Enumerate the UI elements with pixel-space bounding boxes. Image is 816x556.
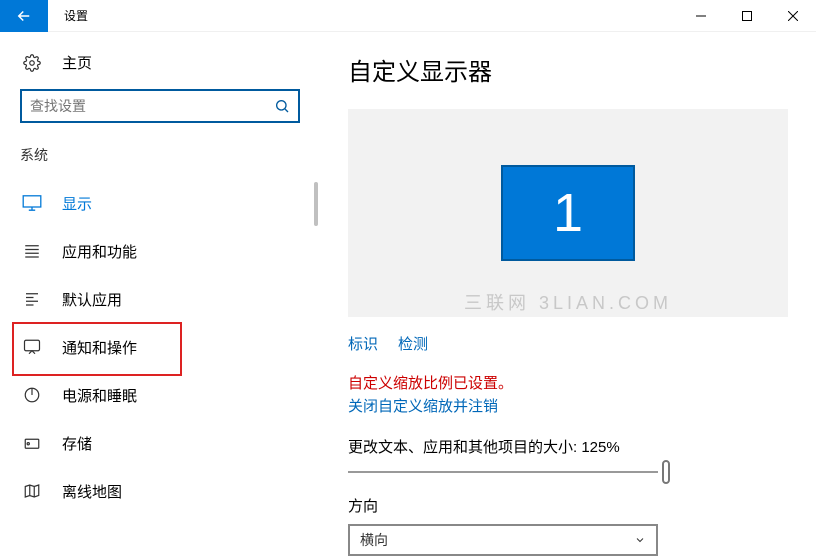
default-apps-icon (20, 290, 44, 308)
search-input[interactable] (20, 89, 300, 123)
nav-label: 应用和功能 (62, 241, 137, 262)
orientation-value: 横向 (360, 530, 388, 550)
scale-label: 更改文本、应用和其他项目的大小: 125% (348, 436, 788, 457)
nav-item-apps[interactable]: 应用和功能 (20, 227, 300, 275)
nav-list: 显示 应用和功能 默认应用 通知和操作 电源和睡眠 存储 (20, 179, 300, 515)
disable-scale-link[interactable]: 关闭自定义缩放并注销 (348, 395, 498, 416)
display-icon (20, 195, 44, 211)
gear-icon (20, 54, 44, 72)
back-button[interactable] (0, 0, 48, 32)
arrow-left-icon (15, 7, 33, 25)
scale-slider[interactable] (348, 471, 658, 473)
storage-icon (20, 434, 44, 452)
close-icon (788, 11, 798, 21)
titlebar: 设置 (0, 0, 816, 32)
detect-link[interactable]: 检测 (398, 333, 428, 354)
orientation-dropdown[interactable]: 横向 (348, 524, 658, 556)
orientation-label: 方向 (348, 495, 788, 516)
nav-item-power[interactable]: 电源和睡眠 (20, 371, 300, 419)
window-title: 设置 (64, 7, 678, 24)
minimize-icon (696, 11, 706, 21)
custom-scale-warning: 自定义缩放比例已设置。 (348, 372, 788, 393)
apps-icon (20, 242, 44, 260)
minimize-button[interactable] (678, 0, 724, 32)
search-icon (274, 98, 290, 114)
window-controls (678, 0, 816, 32)
display-actions: 标识 检测 (348, 333, 788, 354)
power-icon (20, 386, 44, 404)
maximize-icon (742, 11, 752, 21)
map-icon (20, 482, 44, 500)
nav-item-display[interactable]: 显示 (20, 179, 300, 227)
home-link[interactable]: 主页 (20, 52, 300, 73)
sidebar: 主页 系统 显示 应用和功能 默认应用 通知和操作 (0, 32, 320, 524)
page-title: 自定义显示器 (348, 52, 788, 87)
display-preview: 1 三联网 3LIAN.COM (348, 109, 788, 317)
monitor-1[interactable]: 1 (501, 165, 635, 261)
nav-label: 电源和睡眠 (62, 385, 137, 406)
main-content: 自定义显示器 1 三联网 3LIAN.COM 标识 检测 自定义缩放比例已设置。… (320, 32, 816, 524)
nav-label: 默认应用 (62, 289, 122, 310)
maximize-button[interactable] (724, 0, 770, 32)
nav-label: 显示 (62, 193, 92, 214)
watermark: 三联网 3LIAN.COM (464, 289, 672, 315)
notifications-icon (20, 338, 44, 356)
home-label: 主页 (62, 52, 92, 73)
chevron-down-icon (634, 534, 646, 546)
close-button[interactable] (770, 0, 816, 32)
sidebar-scrollbar[interactable] (314, 182, 318, 226)
nav-label: 存储 (62, 433, 92, 454)
section-label: 系统 (20, 145, 300, 165)
nav-label: 离线地图 (62, 481, 122, 502)
nav-item-default-apps[interactable]: 默认应用 (20, 275, 300, 323)
nav-item-notifications[interactable]: 通知和操作 (20, 323, 300, 371)
nav-label: 通知和操作 (62, 337, 137, 358)
nav-item-storage[interactable]: 存储 (20, 419, 300, 467)
search-field[interactable] (30, 98, 274, 114)
slider-thumb[interactable] (662, 460, 670, 484)
nav-item-offline-maps[interactable]: 离线地图 (20, 467, 300, 515)
identify-link[interactable]: 标识 (348, 333, 378, 354)
